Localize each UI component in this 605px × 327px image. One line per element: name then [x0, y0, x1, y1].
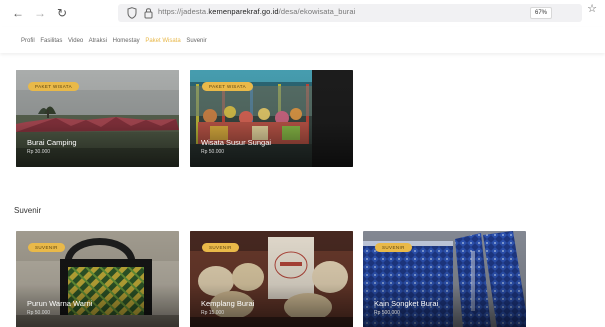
- suvenir-heading: Suvenir: [14, 206, 42, 215]
- category-badge: PAKET WISATA: [202, 82, 253, 91]
- card-title[interactable]: Burai Camping: [27, 138, 77, 147]
- site-nav: Profil Fasilitas Video Atraksi Homestay …: [0, 27, 605, 53]
- nav-item-fasilitas[interactable]: Fasilitas: [40, 38, 62, 44]
- url-domain: kemenparekraf.go.id: [208, 7, 279, 16]
- card-price: Rp 30.000: [27, 149, 51, 155]
- nav-item-homestay[interactable]: Homestay: [113, 38, 140, 44]
- arrow-right-icon[interactable]: →: [32, 5, 48, 21]
- lock-icon[interactable]: [144, 7, 153, 19]
- shield-icon[interactable]: [127, 7, 137, 19]
- card-price: Rp 15.000: [201, 310, 225, 316]
- site-nav-menu: Profil Fasilitas Video Atraksi Homestay …: [21, 38, 211, 44]
- product-card-kain-songket-burai[interactable]: SUVENIR Kain Songket Burai Rp 500.000: [363, 231, 526, 327]
- arrow-left-icon[interactable]: ←: [10, 5, 26, 21]
- card-price: Rp 50.000: [27, 310, 51, 316]
- browser-toolbar: ← → ↻ https://jadesta.kemenparekraf.go.i…: [0, 0, 605, 27]
- url-path: /desa/ekowisata_burai: [278, 7, 356, 16]
- product-card-burai-camping[interactable]: PAKET WISATA Burai Camping Rp 30.000: [16, 70, 179, 167]
- nav-item-suvenir[interactable]: Suvenir: [186, 38, 206, 44]
- address-bar[interactable]: https://jadesta.kemenparekraf.go.id/desa…: [118, 4, 582, 22]
- category-badge: SUVENIR: [202, 243, 239, 252]
- card-title[interactable]: Wisata Susur Sungai: [201, 138, 271, 147]
- nav-item-atraksi[interactable]: Atraksi: [89, 38, 107, 44]
- star-icon[interactable]: ☆: [587, 2, 597, 16]
- card-price: Rp 500.000: [374, 310, 400, 316]
- product-card-wisata-susur-sungai[interactable]: PAKET WISATA Wisata Susur Sungai Rp 50.0…: [190, 70, 353, 167]
- card-price: Rp 50.000: [201, 149, 225, 155]
- product-card-kemplang-burai[interactable]: SUVENIR Kemplang Burai Rp 15.000: [190, 231, 353, 327]
- reload-icon[interactable]: ↻: [54, 5, 70, 21]
- nav-item-profil[interactable]: Profil: [21, 38, 35, 44]
- category-badge: PAKET WISATA: [28, 82, 79, 91]
- card-title[interactable]: Kemplang Burai: [201, 299, 254, 308]
- url-text: https://jadesta.kemenparekraf.go.id/desa…: [158, 7, 355, 16]
- card-title[interactable]: Kain Songket Burai: [374, 299, 438, 308]
- nav-item-paket-wisata[interactable]: Paket Wisata: [145, 38, 180, 44]
- category-badge: SUVENIR: [375, 243, 412, 252]
- zoom-level-badge[interactable]: 67%: [529, 7, 552, 19]
- product-card-purun-warna-warni[interactable]: SUVENIR Purun Warna Warni Rp 50.000: [16, 231, 179, 327]
- card-title[interactable]: Purun Warna Warni: [27, 299, 92, 308]
- nav-item-video[interactable]: Video: [68, 38, 83, 44]
- url-prefix: https://jadesta.: [158, 7, 209, 16]
- category-badge: SUVENIR: [28, 243, 65, 252]
